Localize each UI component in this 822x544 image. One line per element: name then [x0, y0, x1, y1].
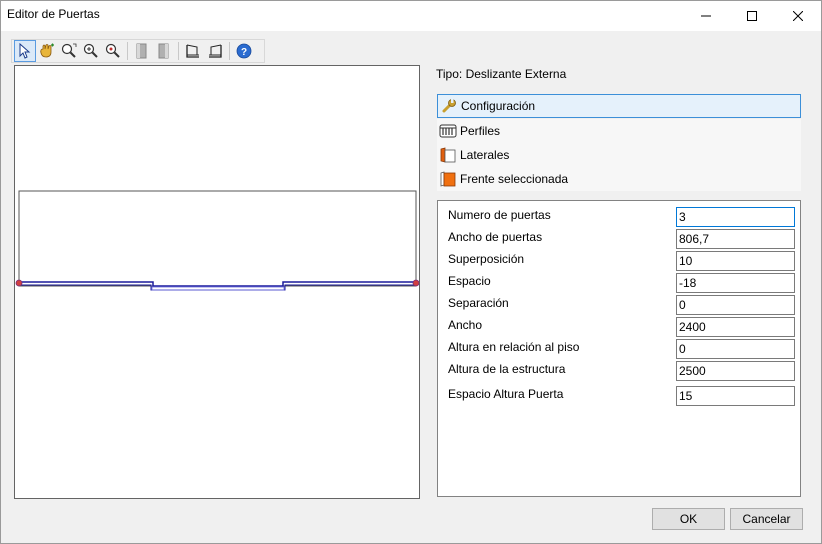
section-label: Frente seleccionada — [460, 172, 569, 186]
profiles-icon — [439, 122, 457, 140]
door-right-button[interactable] — [153, 40, 175, 62]
prop-label-espacio: Espacio — [448, 274, 491, 288]
section-laterales[interactable]: Laterales — [437, 143, 801, 167]
prop-label-separacion: Separación — [448, 296, 509, 310]
section-frente-seleccionada[interactable]: Frente seleccionada — [437, 167, 801, 191]
pan-hand-icon — [40, 43, 54, 58]
toolbar: ? — [11, 39, 265, 63]
view-right-button[interactable] — [204, 40, 226, 62]
door-drawing-canvas[interactable] — [14, 65, 420, 499]
altura-estructura-input[interactable]: 2500 — [676, 361, 795, 381]
svg-text:?: ? — [241, 47, 247, 58]
window-title: Editor de Puertas — [7, 7, 100, 21]
select-pointer-button[interactable] — [14, 40, 36, 62]
superposicion-input[interactable]: 10 — [676, 251, 795, 271]
section-label: Perfiles — [460, 124, 501, 138]
side-panel-icon — [439, 146, 457, 164]
right-marker — [412, 279, 420, 287]
view-left-button[interactable] — [182, 40, 204, 62]
structure-outline — [18, 190, 417, 287]
help-button[interactable]: ? — [233, 40, 255, 62]
close-icon — [793, 11, 803, 21]
zoom-window-button[interactable] — [58, 40, 80, 62]
zoom-in-icon — [83, 43, 98, 58]
prop-label-ancho-puertas: Ancho de puertas — [448, 230, 543, 244]
section-label: Configuración — [461, 99, 536, 113]
ancho-input[interactable]: 2400 — [676, 317, 795, 337]
ancho-puertas-input[interactable]: 806,7 — [676, 229, 795, 249]
door-left-icon — [136, 43, 147, 59]
minimize-icon — [701, 15, 711, 17]
close-button[interactable] — [775, 1, 821, 31]
zoom-in-button[interactable] — [80, 40, 102, 62]
altura-piso-input[interactable]: 0 — [676, 339, 795, 359]
prop-label-altura-piso: Altura en relación al piso — [448, 340, 580, 354]
section-perfiles[interactable]: Perfiles — [437, 119, 801, 143]
ok-button[interactable]: OK — [652, 508, 725, 530]
zoom-extents-icon — [105, 43, 120, 58]
front-panel-icon — [439, 170, 457, 188]
cancel-button[interactable]: Cancelar — [730, 508, 803, 530]
toolbar-separator — [178, 42, 179, 60]
separacion-input[interactable]: 0 — [676, 295, 795, 315]
minimize-button[interactable] — [683, 1, 729, 31]
prop-label-altura-estructura: Altura de la estructura — [448, 362, 566, 376]
prop-label-numero-puertas: Numero de puertas — [448, 208, 551, 222]
help-icon: ? — [236, 43, 252, 59]
select-pointer-icon — [19, 43, 31, 59]
properties-panel: Numero de puertas 3 Ancho de puertas 806… — [437, 200, 801, 497]
maximize-icon — [747, 11, 757, 21]
view-left-icon — [186, 44, 199, 58]
view-right-icon — [209, 44, 222, 58]
numero-puertas-input[interactable]: 3 — [676, 207, 795, 227]
zoom-extents-button[interactable] — [102, 40, 124, 62]
door-drawing — [15, 190, 420, 291]
title-bar: Editor de Puertas — [1, 1, 821, 31]
prop-label-espacio-altura-puerta: Espacio Altura Puerta — [448, 387, 564, 401]
toolbar-separator — [127, 42, 128, 60]
maximize-button[interactable] — [729, 1, 775, 31]
door-left-button[interactable] — [131, 40, 153, 62]
wrench-icon — [440, 97, 458, 115]
espacio-altura-puerta-input[interactable]: 15 — [676, 386, 795, 406]
prop-label-ancho: Ancho — [448, 318, 483, 332]
espacio-input[interactable]: -18 — [676, 273, 795, 293]
pan-button[interactable] — [36, 40, 58, 62]
toolbar-separator — [229, 42, 230, 60]
door-right-icon — [158, 43, 169, 59]
door-editor-window: Editor de Puertas ? Tipo: Deslizante Ext… — [0, 0, 822, 544]
prop-label-superposicion: Superposición — [448, 252, 525, 266]
section-label: Laterales — [460, 148, 510, 162]
door-type-label: Tipo: Deslizante Externa — [436, 67, 567, 81]
zoom-window-icon — [61, 43, 77, 58]
left-marker — [15, 279, 23, 287]
section-configuracion[interactable]: Configuración — [437, 94, 801, 118]
